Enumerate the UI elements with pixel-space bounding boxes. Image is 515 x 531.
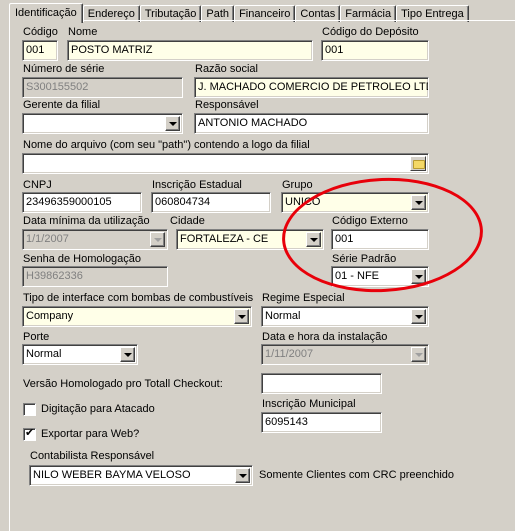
serie-padrao-select[interactable]: 01 - NFE [331, 266, 429, 287]
grupo-value: UNICO [285, 196, 321, 208]
inscricao-estadual-input[interactable]: 060804734 [151, 192, 271, 213]
cnpj-label: CNPJ [23, 179, 52, 191]
nome-label: Nome [68, 26, 98, 38]
digitacao-atacado-label: Digitação para Atacado [41, 403, 155, 415]
codigo-externo-label: Código Externo [332, 215, 408, 227]
porte-value: Normal [26, 348, 62, 360]
serie-padrao-label: Série Padrão [332, 253, 397, 265]
codigo-label: Código [23, 26, 58, 38]
tipo-interface-label: Tipo de interface com bombas de combustí… [23, 292, 254, 304]
chevron-down-icon[interactable] [306, 232, 321, 247]
data-instalacao-label: Data e hora da instalação [262, 331, 388, 343]
exportar-web-checkbox[interactable]: ✔ [23, 427, 36, 441]
checkmark-icon: ✔ [25, 427, 35, 439]
senha-homologacao-input: H39862336 [22, 266, 168, 287]
chevron-down-icon[interactable] [234, 309, 249, 324]
porte-label: Porte [23, 331, 50, 343]
chevron-down-icon [150, 232, 165, 247]
nome-input[interactable]: POSTO MATRIZ [67, 40, 313, 61]
numero-serie-input: S300155502 [22, 77, 183, 98]
versao-homologado-input[interactable] [261, 373, 382, 394]
codigo-input[interactable]: 001 [22, 40, 58, 61]
tab-identificacao[interactable]: Identificação [9, 3, 83, 23]
somente-clientes-label: Somente Clientes com CRC preenchido [259, 469, 455, 481]
chevron-down-icon[interactable] [120, 347, 135, 362]
contabilista-value: NILO WEBER BAYMA VELOSO [33, 469, 191, 481]
versao-homologado-label: Versão Homologado pro Totall Checkout: [23, 378, 223, 390]
razao-social-input[interactable]: J. MACHADO COMERCIO DE PETROLEO LTDA [194, 77, 429, 98]
chevron-down-icon [411, 347, 426, 362]
gerente-select[interactable] [22, 113, 183, 134]
data-minima-picker: 1/1/2007 [22, 229, 168, 250]
tipo-interface-select[interactable]: Company [22, 306, 252, 327]
tab-strip: Identificação Endereço Tributação Path F… [9, 3, 469, 23]
chevron-down-icon[interactable] [235, 468, 250, 483]
chevron-down-icon[interactable] [165, 116, 180, 131]
cidade-label: Cidade [170, 215, 205, 227]
inscricao-municipal-label: Inscrição Municipal [262, 398, 356, 410]
regime-especial-value: Normal [265, 310, 301, 322]
regime-especial-select[interactable]: Normal [261, 306, 429, 327]
data-instalacao-value: 1/11/2007 [265, 348, 314, 360]
contabilista-select[interactable]: NILO WEBER BAYMA VELOSO [29, 465, 253, 486]
gerente-label: Gerente da filial [23, 99, 101, 111]
grupo-select[interactable]: UNICO [281, 192, 429, 213]
porte-select[interactable]: Normal [22, 344, 138, 365]
responsavel-input[interactable]: ANTONIO MACHADO [194, 113, 429, 134]
inscricao-estadual-label: Inscrição Estadual [152, 179, 242, 191]
data-minima-value: 1/1/2007 [26, 233, 69, 245]
numero-serie-label: Número de série [23, 63, 105, 75]
contabilista-label: Contabilista Responsável [30, 450, 155, 462]
serie-padrao-value: 01 - NFE [335, 270, 380, 282]
cidade-value: FORTALEZA - CE [180, 233, 269, 245]
logo-path-label: Nome do arquivo (com seu "path") contend… [23, 139, 310, 151]
grupo-label: Grupo [282, 179, 313, 191]
codigo-deposito-input[interactable]: 001 [321, 40, 429, 61]
tipo-interface-value: Company [26, 310, 74, 322]
responsavel-label: Responsável [195, 99, 259, 111]
codigo-deposito-label: Código do Depósito [322, 26, 419, 38]
data-minima-label: Data mínima da utilização [23, 215, 150, 227]
regime-especial-label: Regime Especial [262, 292, 345, 304]
cnpj-input[interactable]: 23496359000105 [22, 192, 142, 213]
chevron-down-icon[interactable] [411, 309, 426, 324]
inscricao-municipal-input[interactable]: 6095143 [261, 412, 382, 433]
folder-icon[interactable] [410, 156, 426, 171]
senha-homologacao-label: Senha de Homologação [23, 253, 142, 265]
razao-social-label: Razão social [195, 63, 258, 75]
logo-path-input[interactable] [22, 153, 429, 174]
digitacao-atacado-checkbox[interactable] [23, 403, 36, 416]
chevron-down-icon[interactable] [411, 195, 426, 210]
cidade-select[interactable]: FORTALEZA - CE [176, 229, 324, 250]
data-instalacao-picker: 1/11/2007 [261, 344, 429, 365]
exportar-web-label: Exportar para Web? [41, 428, 140, 440]
chevron-down-icon[interactable] [411, 269, 426, 284]
codigo-externo-input[interactable]: 001 [331, 229, 429, 250]
